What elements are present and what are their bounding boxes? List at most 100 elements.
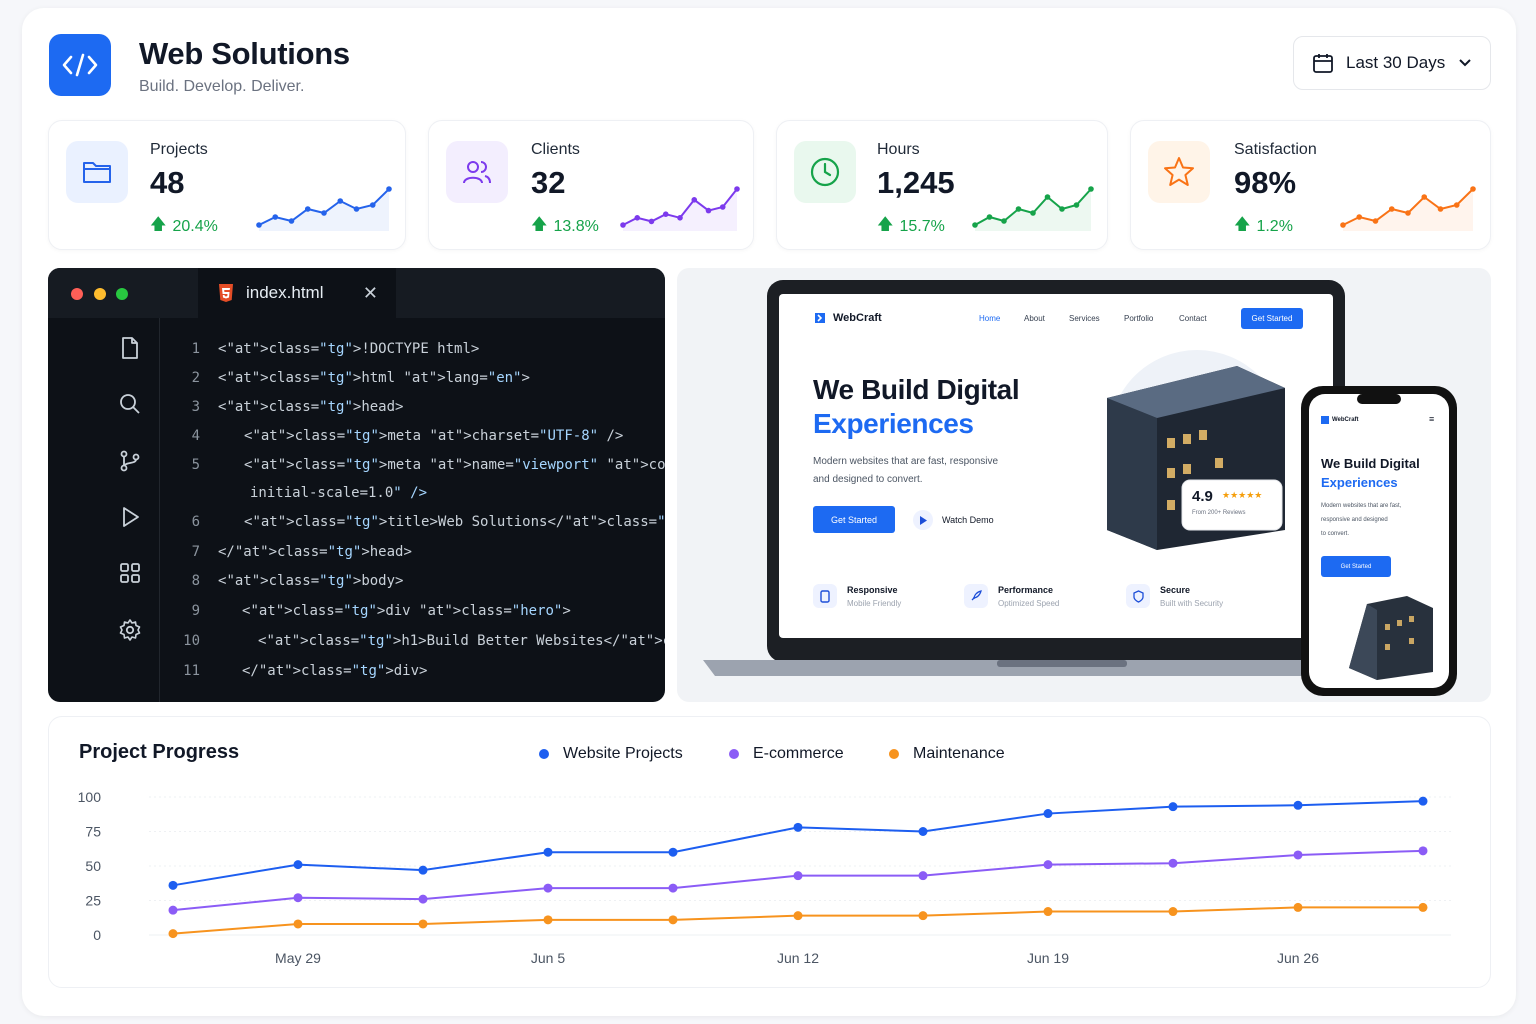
data-point[interactable]: [918, 911, 928, 921]
data-point[interactable]: [1043, 809, 1053, 819]
sparkline-area: [623, 189, 737, 231]
arrow-up-icon: 🡅: [1234, 216, 1251, 233]
page-title: Web Solutions: [139, 36, 350, 71]
editor-tab[interactable]: index.html ✕: [198, 268, 396, 318]
data-point[interactable]: [668, 847, 678, 857]
sparkline-point: [986, 214, 993, 220]
data-point[interactable]: [1418, 902, 1428, 912]
data-point[interactable]: [1293, 850, 1303, 860]
shield-icon: [1126, 584, 1150, 608]
site-nav-portfolio[interactable]: Portfolio: [1124, 314, 1179, 323]
sparkline-point: [634, 215, 641, 221]
data-point[interactable]: [543, 883, 553, 893]
brand-logo: [49, 34, 111, 96]
editor-titlebar: index.html ✕: [48, 268, 665, 318]
data-point[interactable]: [1293, 800, 1303, 810]
sparkline-point: [719, 204, 726, 210]
data-point[interactable]: [293, 860, 303, 870]
line-number: 11: [183, 663, 200, 679]
line-number: 8: [191, 573, 200, 589]
data-point[interactable]: [1168, 802, 1178, 812]
code-area[interactable]: 1 <"at">class="tg">!DOCTYPE html> 2 <"at">c…: [160, 318, 665, 702]
hamburger-menu-icon[interactable]: ≡: [1429, 414, 1434, 424]
line-number: 5: [191, 457, 200, 473]
line-number: 10: [183, 633, 200, 649]
data-point[interactable]: [543, 847, 553, 857]
sparkline-point: [1470, 186, 1476, 192]
data-point[interactable]: [293, 893, 303, 903]
site-cta-button[interactable]: Get Started: [1241, 308, 1303, 329]
y-tick-label: 100: [78, 789, 102, 805]
mobile-icon: [813, 584, 837, 608]
date-range-label: Last 30 Days: [1346, 53, 1446, 72]
sparkline-point: [1030, 210, 1036, 216]
arrow-up-icon: 🡅: [150, 216, 167, 233]
site-nav-home[interactable]: Home: [979, 314, 1024, 323]
site-nav-services[interactable]: Services: [1069, 314, 1124, 323]
sparkline-point: [337, 198, 344, 204]
sparkline-point: [1059, 206, 1065, 212]
data-point[interactable]: [418, 894, 428, 904]
data-point[interactable]: [793, 911, 803, 921]
data-point[interactable]: [1418, 796, 1428, 806]
website-preview-mockup: WebCraft Home About Services Portfolio C…: [677, 268, 1491, 702]
sparkline-point: [620, 222, 626, 228]
data-point[interactable]: [793, 871, 803, 881]
maximize-window-button[interactable]: [116, 288, 128, 300]
stat-title: Clients: [531, 141, 580, 158]
data-point[interactable]: [1418, 846, 1428, 856]
data-point[interactable]: [918, 871, 928, 881]
run-icon[interactable]: [118, 505, 142, 529]
data-point[interactable]: [1168, 858, 1178, 868]
sparkline-point: [1453, 202, 1460, 208]
users-icon: [446, 141, 508, 203]
data-point[interactable]: [168, 880, 178, 890]
site-feature-subtitle: Mobile Friendly: [847, 598, 902, 608]
search-icon[interactable]: [118, 392, 142, 416]
data-point[interactable]: [1168, 907, 1178, 917]
data-point[interactable]: [418, 919, 428, 929]
data-point[interactable]: [793, 822, 803, 832]
file-icon[interactable]: [118, 336, 142, 360]
stat-value: 98%: [1234, 165, 1297, 200]
arrow-up-icon: 🡅: [877, 216, 894, 233]
site-logo: WebCraft: [813, 311, 882, 325]
data-point[interactable]: [543, 915, 553, 925]
line-number: 3: [191, 399, 200, 415]
stat-delta: 🡅 15.7%: [877, 213, 945, 240]
site-get-started-button[interactable]: Get Started: [813, 506, 895, 533]
sparkline-point: [734, 186, 740, 192]
sparkline-area: [1343, 189, 1473, 231]
phone-get-started-button[interactable]: Get Started: [1321, 556, 1391, 577]
data-point[interactable]: [1293, 902, 1303, 912]
data-point[interactable]: [668, 883, 678, 893]
gear-icon[interactable]: [118, 618, 142, 642]
data-point[interactable]: [293, 919, 303, 929]
stat-card-hours: Hours 1,245 🡅 15.7%: [776, 120, 1108, 250]
data-point[interactable]: [668, 915, 678, 925]
minimize-window-button[interactable]: [94, 288, 106, 300]
line-number: 4: [191, 428, 200, 444]
code-line: initial-scale=1.0" />: [250, 485, 428, 501]
data-point[interactable]: [1043, 860, 1053, 870]
stat-delta: 🡅 13.8%: [531, 213, 599, 240]
site-rating-value: 4.9: [1192, 488, 1213, 505]
close-tab-icon[interactable]: ✕: [363, 283, 378, 304]
extensions-icon[interactable]: [118, 561, 142, 585]
date-range-dropdown[interactable]: Last 30 Days: [1293, 36, 1491, 90]
stat-title: Satisfaction: [1234, 141, 1317, 158]
x-tick-label: Jun 5: [531, 950, 565, 966]
site-watch-demo[interactable]: Watch Demo: [913, 510, 994, 530]
stat-delta-value: 13.8%: [553, 217, 599, 235]
source-control-icon[interactable]: [118, 449, 142, 473]
data-point[interactable]: [918, 827, 928, 836]
code-line: <"at">class="tg">h1>Build Better Website…: [258, 633, 665, 649]
close-window-button[interactable]: [71, 288, 83, 300]
data-point[interactable]: [418, 865, 428, 875]
data-point[interactable]: [1043, 907, 1053, 917]
site-nav-contact[interactable]: Contact: [1179, 314, 1207, 323]
stat-delta-value: 20.4%: [172, 217, 218, 235]
site-nav-about[interactable]: About: [1024, 314, 1069, 323]
data-point[interactable]: [168, 929, 178, 939]
data-point[interactable]: [168, 905, 178, 915]
